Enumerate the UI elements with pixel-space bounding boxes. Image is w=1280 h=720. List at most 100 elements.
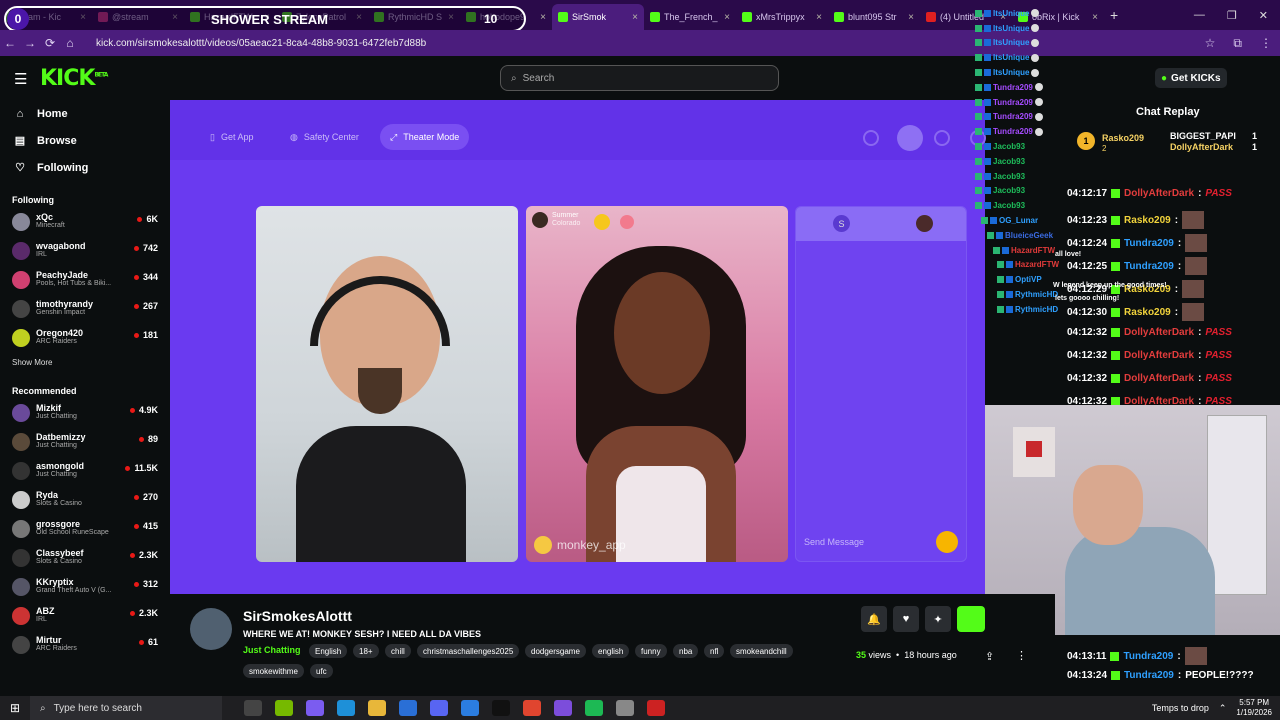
sidebar-channel[interactable]: wvagabond IRL 742 xyxy=(0,238,170,267)
gifter-2-name[interactable]: BIGGEST_PAPI xyxy=(1170,131,1236,141)
bookmark-star-icon[interactable]: ☆ xyxy=(1205,36,1216,51)
stream-tag[interactable]: ufc xyxy=(310,664,333,678)
windows-start-icon[interactable]: ⊞ xyxy=(0,701,30,715)
stream-tag[interactable]: smokeandchill xyxy=(730,644,793,658)
tab-close-icon[interactable]: × xyxy=(908,12,914,23)
follow-heart-icon[interactable]: ♥ xyxy=(893,606,919,632)
share-icon[interactable]: ⇪ xyxy=(985,650,994,663)
stream-tag[interactable]: 18+ xyxy=(353,644,379,658)
stream-tag[interactable]: nfl xyxy=(704,644,725,658)
stream-tag[interactable]: christmaschallenges2025 xyxy=(417,644,520,658)
browser-tab[interactable]: The_French_ × xyxy=(644,4,736,30)
sidebar-channel[interactable]: Classybeef Slots & Casino 2.3K xyxy=(0,545,170,574)
file-explorer-icon[interactable] xyxy=(368,700,386,716)
sidebar-channel[interactable]: Oregon420 ARC Raiders 181 xyxy=(0,325,170,354)
tab-close-icon[interactable]: × xyxy=(632,12,638,23)
sidebar-channel[interactable]: KKryptix Grand Theft Auto V (G... 312 xyxy=(0,574,170,603)
extensions-icon[interactable]: ⧉ xyxy=(1233,36,1242,51)
minimize-icon[interactable]: — xyxy=(1194,9,1205,22)
chat-username[interactable]: Tundra209 xyxy=(1124,261,1174,272)
gift-button[interactable] xyxy=(936,531,958,553)
gift-badge-icon[interactable] xyxy=(620,215,634,229)
sidebar-channel[interactable]: Datbemizzy Just Chatting 89 xyxy=(0,429,170,458)
spotify-icon[interactable] xyxy=(585,700,603,716)
clock[interactable]: 5:57 PM 1/19/2026 xyxy=(1236,698,1272,718)
discord-icon[interactable] xyxy=(430,700,448,716)
chat-username[interactable]: DollyAfterDark xyxy=(1124,373,1194,384)
streamer-avatar[interactable] xyxy=(190,608,232,650)
sidebar-channel[interactable]: PeachyJade Pools, Hot Tubs & Biki... 344 xyxy=(0,267,170,296)
chat-username[interactable]: Rasko209 xyxy=(1124,307,1171,318)
sidebar-channel[interactable]: Mizkif Just Chatting 4.9K xyxy=(0,400,170,429)
edge-icon[interactable] xyxy=(337,700,355,716)
chat-username[interactable]: DollyAfterDark xyxy=(1124,188,1194,199)
close-window-icon[interactable]: ✕ xyxy=(1259,9,1268,22)
tiktok-icon[interactable] xyxy=(492,700,510,716)
get-kicks-button[interactable]: ● Get KICKs xyxy=(1155,68,1227,88)
more-options-icon[interactable]: ⋮ xyxy=(1016,649,1027,662)
home-browser-icon[interactable]: ⌂ xyxy=(60,36,80,50)
chat-username[interactable]: Tundra209 xyxy=(1123,651,1173,662)
stream-category[interactable]: Just Chatting xyxy=(243,645,301,655)
browser-tab[interactable]: xMrsTrippyx × xyxy=(736,4,828,30)
nvidia-icon[interactable] xyxy=(275,700,293,716)
stream-tag[interactable]: english xyxy=(592,644,630,658)
notification-bell-icon[interactable]: 🔔 xyxy=(861,606,887,632)
taskbar-search[interactable]: ⌕ Type here to search xyxy=(30,696,222,720)
stream-tag[interactable]: funny xyxy=(635,644,667,658)
show-more-button[interactable]: Show More xyxy=(0,354,170,372)
sidebar-nav-browse[interactable]: ▤ Browse xyxy=(0,127,170,154)
chat-username[interactable]: Rasko209 xyxy=(1124,215,1171,226)
stream-tag[interactable]: chill xyxy=(385,644,411,658)
weather-text[interactable]: Temps to drop xyxy=(1152,703,1209,713)
gifter-3-name[interactable]: DollyAfterDark xyxy=(1170,142,1233,152)
crown-icon[interactable] xyxy=(897,125,923,151)
stream-tag[interactable]: dodgersgame xyxy=(525,644,586,658)
hamburger-menu-icon[interactable]: ☰ xyxy=(14,70,27,88)
app3-icon[interactable] xyxy=(616,700,634,716)
app4-icon[interactable] xyxy=(647,700,665,716)
sidebar-channel[interactable]: timothyrandy Genshin Impact 267 xyxy=(0,296,170,325)
sidebar-channel[interactable]: xQc Minecraft 6K xyxy=(0,209,170,238)
app-icon[interactable] xyxy=(306,700,324,716)
app2-icon[interactable] xyxy=(461,700,479,716)
task-view-icon[interactable] xyxy=(244,700,262,716)
sidebar-channel[interactable]: grossgore Old School RuneScape 415 xyxy=(0,516,170,545)
forward-icon[interactable]: → xyxy=(20,36,40,50)
new-tab-icon[interactable]: + xyxy=(1110,7,1118,23)
url-field[interactable]: kick.com/sirsmokesalottt/videos/05aeac21… xyxy=(96,38,426,49)
top-gifter-name[interactable]: Rasko209 xyxy=(1102,133,1144,143)
chat-username[interactable]: DollyAfterDark xyxy=(1124,327,1194,338)
stream-tag[interactable]: English xyxy=(309,644,348,658)
safety-center-button[interactable]: ◍ Safety Center xyxy=(280,124,369,150)
maximize-icon[interactable]: ❐ xyxy=(1227,9,1237,22)
obs-icon[interactable] xyxy=(554,700,572,716)
browser-tab[interactable]: SirSmok × xyxy=(552,4,644,30)
get-app-button[interactable]: ▯ Get App xyxy=(200,124,263,150)
streamer-name[interactable]: SirSmokesAlottt xyxy=(243,608,352,624)
tray-chevron-icon[interactable]: ⌃ xyxy=(1219,703,1227,714)
tab-close-icon[interactable]: × xyxy=(540,12,546,23)
sidebar-channel[interactable]: Mirtur ARC Raiders 61 xyxy=(0,632,170,661)
history-icon[interactable] xyxy=(934,130,950,146)
video-player[interactable]: ▯ Get App ◍ Safety Center ⤢ Theater Mode xyxy=(170,100,986,594)
menu-dots-icon[interactable]: ⋮ xyxy=(1260,36,1272,51)
chat-username[interactable]: Tundra209 xyxy=(1124,238,1174,249)
sparkle-icon[interactable]: ✦ xyxy=(925,606,951,632)
chat-username[interactable]: Tundra209 xyxy=(1124,670,1174,681)
stream-tag[interactable]: smokewithme xyxy=(243,664,304,678)
tab-close-icon[interactable]: × xyxy=(1092,12,1098,23)
player-search-icon[interactable] xyxy=(863,130,879,146)
chrome-icon[interactable] xyxy=(523,700,541,716)
sidebar-nav-following[interactable]: ♡ Following xyxy=(0,154,170,181)
browser-tab[interactable]: blunt095 Str × xyxy=(828,4,920,30)
reload-icon[interactable]: ⟳ xyxy=(40,36,60,50)
search-input[interactable]: ⌕ Search xyxy=(500,65,779,91)
tab-close-icon[interactable]: × xyxy=(816,12,822,23)
sidebar-channel[interactable]: Ryda Slots & Casino 270 xyxy=(0,487,170,516)
sidebar-channel[interactable]: asmongold Just Chatting 11.5K xyxy=(0,458,170,487)
sidebar-channel[interactable]: ABZ IRL 2.3K xyxy=(0,603,170,632)
sidebar-nav-home[interactable]: ⌂ Home xyxy=(0,100,170,127)
tab-close-icon[interactable]: × xyxy=(724,12,730,23)
heart-badge-icon[interactable] xyxy=(594,214,610,230)
